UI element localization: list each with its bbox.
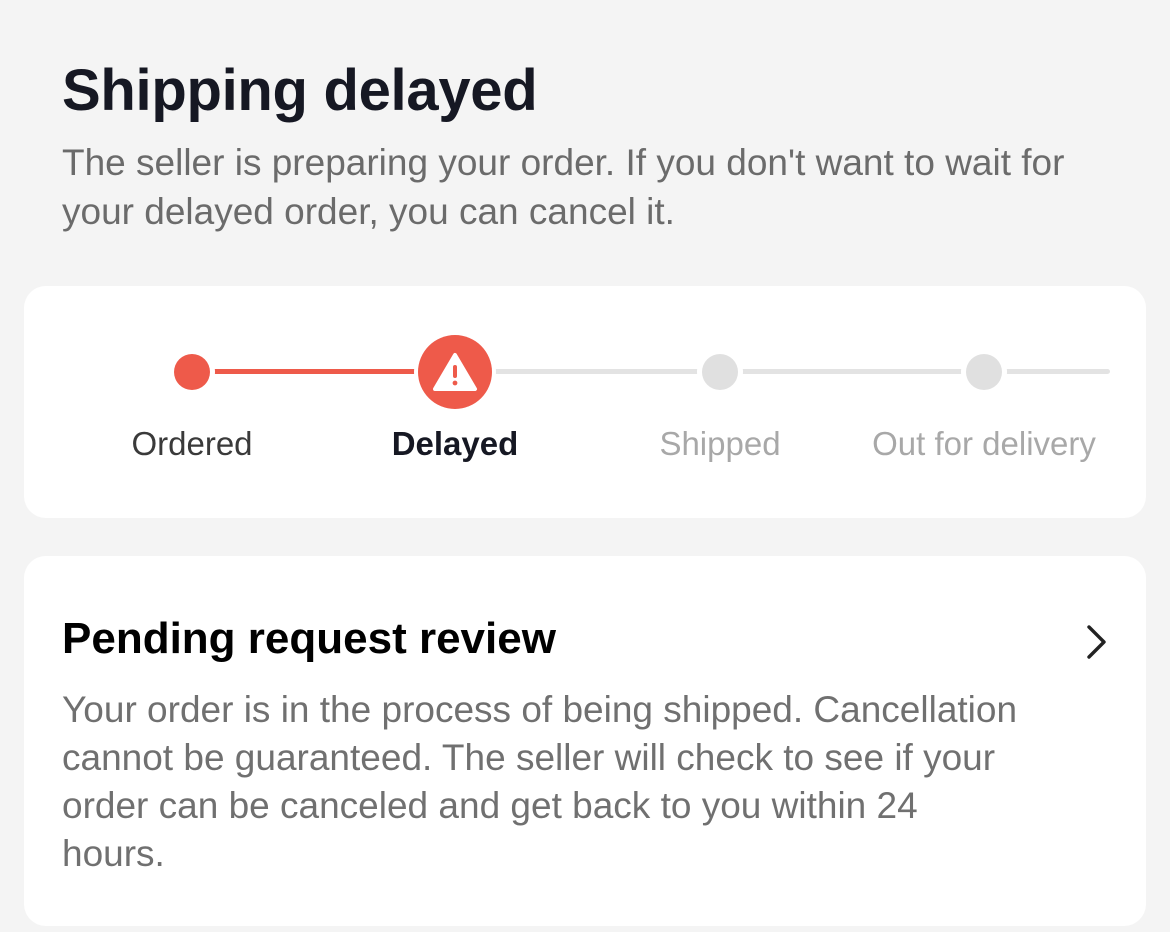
shipping-progress-card: Ordered Delayed Shipped Out for delivery [24, 286, 1146, 518]
step-shipped-dot [702, 354, 738, 390]
progress-track-tail [984, 369, 1110, 374]
pending-request-review-card[interactable]: Pending request review Your order is in … [24, 556, 1146, 926]
step-out-for-delivery-dot [966, 354, 1002, 390]
page-title: Shipping delayed [62, 58, 538, 123]
progress-track-delayed-shipped [455, 369, 719, 374]
page-subtitle: The seller is preparing your order. If y… [62, 142, 1065, 232]
request-title: Pending request review [62, 614, 556, 663]
step-label-delayed: Delayed [391, 425, 519, 462]
step-delayed-badge [418, 335, 492, 409]
warning-triangle-icon [433, 353, 477, 391]
step-label-ordered: Ordered [131, 425, 253, 462]
step-label-out-for-delivery: Out for delivery [872, 425, 1096, 462]
request-description: Your order is in the process of being sh… [62, 689, 1018, 874]
progress-track-shipped-delivery [720, 369, 984, 374]
page-header: Shipping delayed The seller is preparing… [62, 56, 1122, 236]
step-label-shipped: Shipped [659, 425, 781, 462]
step-ordered-dot [174, 354, 210, 390]
chevron-right-icon[interactable] [1084, 624, 1110, 660]
progress-track-ordered-delayed [192, 369, 448, 374]
